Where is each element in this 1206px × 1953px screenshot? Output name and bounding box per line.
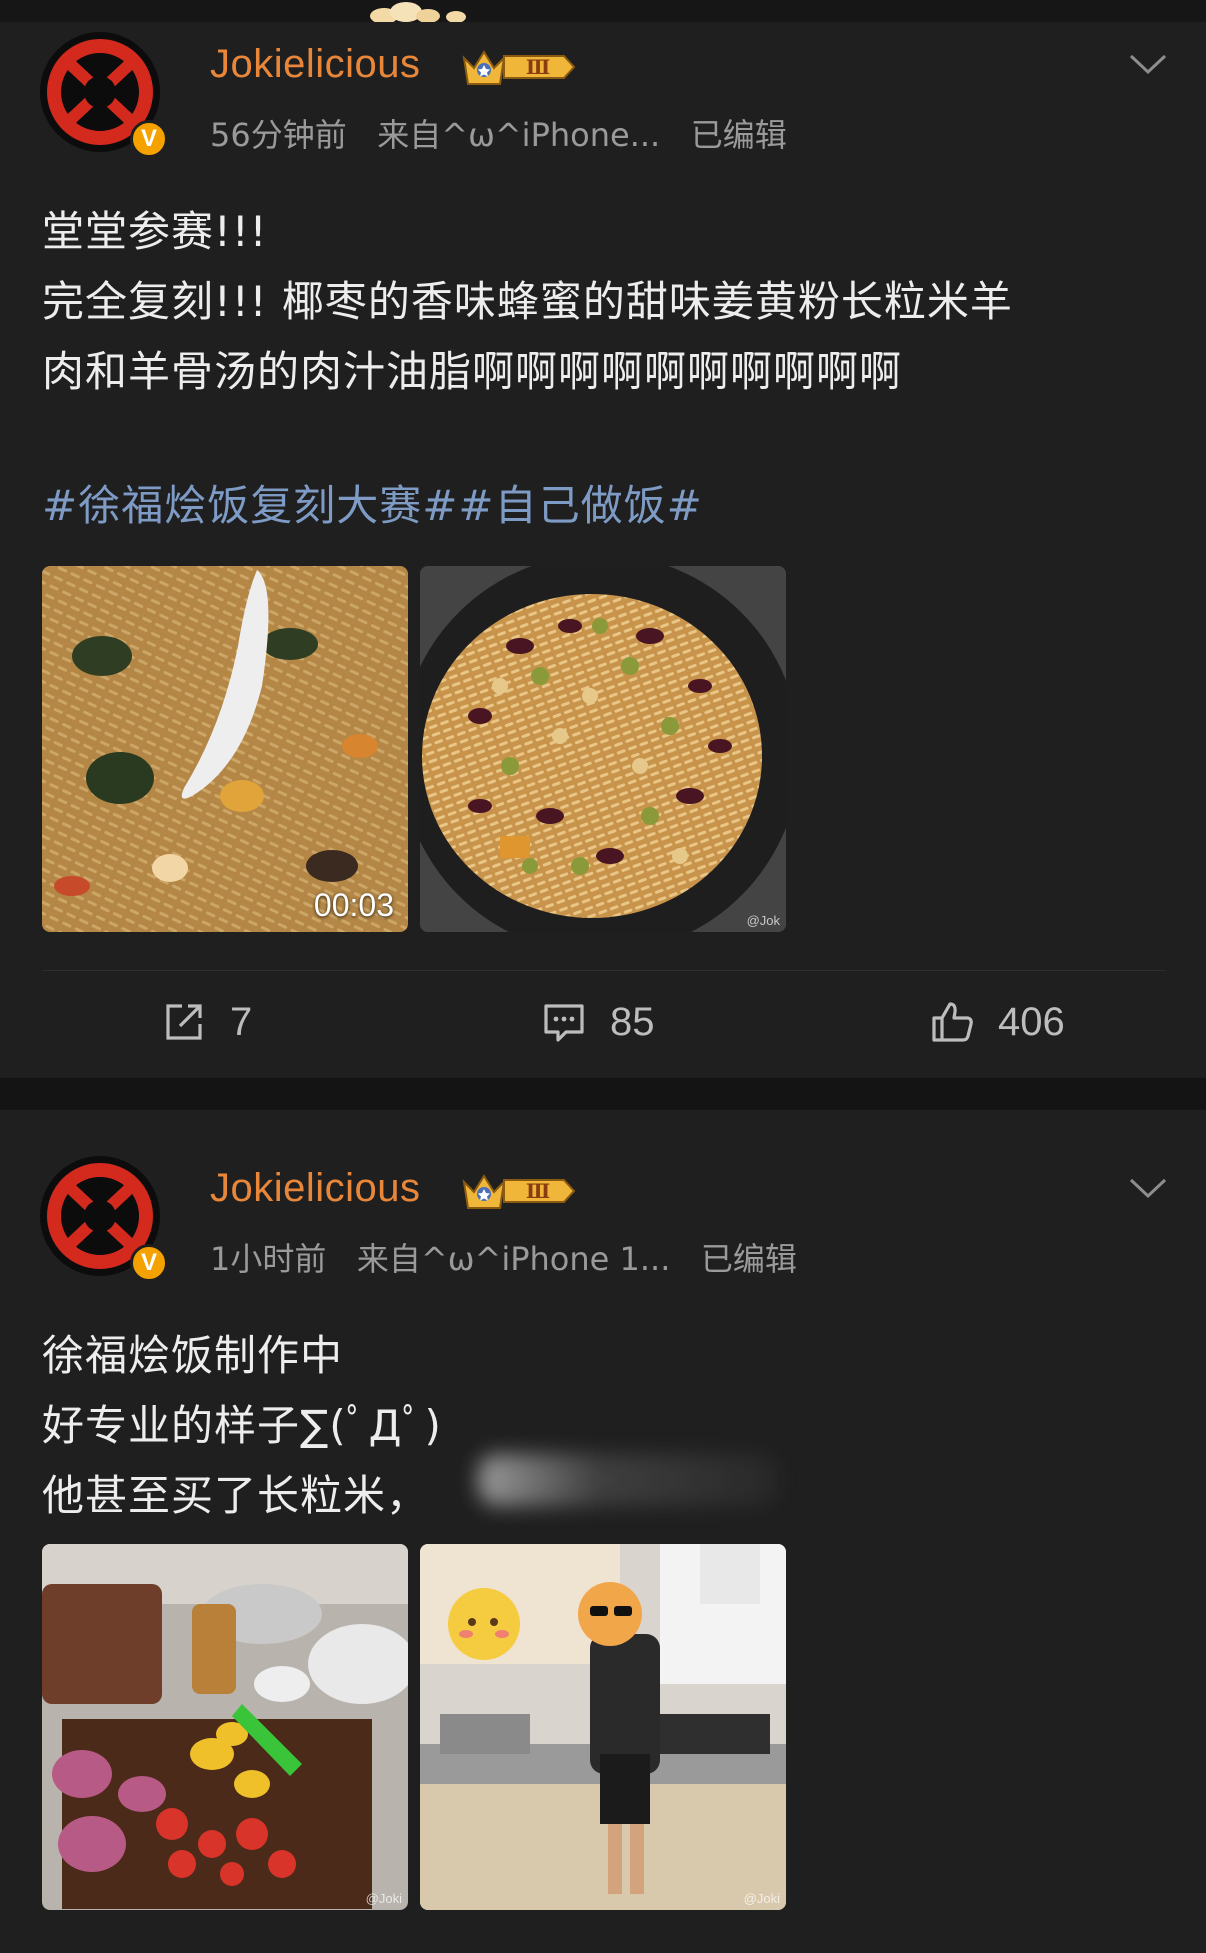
repost-icon — [166, 1004, 202, 1040]
chevron-down-icon[interactable] — [1128, 1176, 1168, 1200]
top-strip — [0, 0, 1206, 24]
like-button[interactable]: 406 — [928, 998, 1065, 1046]
comment-icon — [544, 1004, 584, 1042]
decorative-cloud-icon — [370, 2, 466, 24]
hashtag-link[interactable]: #徐福烩饭复刻大赛##自己做饭# — [42, 472, 703, 533]
post-text-line: 好专业的样子∑(ﾟДﾟ) — [42, 1401, 442, 1450]
post-text-line: 堂堂参赛!!! — [42, 207, 268, 256]
image-watermark: @Joki — [365, 1891, 402, 1906]
verified-badge: V — [130, 120, 168, 158]
image-thumbnail[interactable]: @Joki — [42, 1544, 408, 1910]
comment-count: 85 — [610, 999, 655, 1044]
image-thumbnail[interactable]: @Jok — [420, 566, 786, 932]
image-watermark: @Joki — [743, 1891, 780, 1906]
image-watermark: @Jok — [746, 913, 780, 928]
member-crown-icon: Ⅲ — [462, 50, 576, 85]
post-meta: 1小时前 来自^ω^iPhone 1... 已编辑 — [210, 1234, 797, 1280]
like-count: 406 — [998, 999, 1065, 1044]
rice-stir-image — [42, 566, 408, 932]
post-text-line: 肉和羊骨汤的肉汁油脂啊啊啊啊啊啊啊啊啊啊 — [42, 347, 903, 396]
post-meta: 56分钟前 来自^ω^iPhone... 已编辑 — [210, 110, 787, 156]
username[interactable]: Jokielicious — [210, 42, 421, 87]
ingredients-image — [42, 1544, 408, 1910]
post-card: V Jokielicious Ⅲ 1小时前 来自^ω^iPhone 1... 已… — [0, 1110, 1206, 1953]
divider — [42, 970, 1166, 971]
chevron-down-icon[interactable] — [1128, 52, 1168, 76]
video-duration: 00:03 — [313, 887, 394, 923]
kitchen-cook-image — [420, 1544, 786, 1910]
post-card: V Jokielicious Ⅲ 56分钟前 来自^ω^iPhone... 已编… — [0, 22, 1206, 1078]
comment-button[interactable]: 85 — [540, 998, 655, 1046]
edited-label[interactable]: 已编辑 — [691, 116, 787, 154]
repost-count: 7 — [230, 999, 253, 1044]
blurred-text — [478, 1454, 778, 1506]
edited-label[interactable]: 已编辑 — [701, 1240, 797, 1278]
like-icon — [932, 1002, 973, 1042]
member-crown-icon: Ⅲ — [462, 1174, 576, 1209]
video-thumbnail[interactable]: 00:03 — [42, 566, 408, 932]
post-time: 56分钟前 — [210, 116, 347, 154]
repost-button[interactable]: 7 — [160, 998, 252, 1046]
post-text-line: 完全复刻!!! 椰枣的香味蜂蜜的甜味姜黄粉长粒米羊 — [42, 277, 1013, 326]
post-source[interactable]: 来自^ω^iPhone... — [377, 116, 660, 154]
post-time: 1小时前 — [210, 1240, 327, 1278]
post-text-line: 徐福烩饭制作中 — [42, 1331, 344, 1380]
level-badge: Ⅲ — [526, 55, 550, 79]
post-separator — [0, 1078, 1206, 1110]
post-source[interactable]: 来自^ω^iPhone 1... — [357, 1240, 671, 1278]
post-text-line: 他甚至买了长粒米， — [42, 1471, 430, 1520]
level-badge: Ⅲ — [526, 1179, 550, 1203]
verified-badge: V — [130, 1244, 168, 1282]
rice-pan-image — [420, 566, 786, 932]
username[interactable]: Jokielicious — [210, 1166, 421, 1211]
image-thumbnail[interactable]: @Joki — [420, 1544, 786, 1910]
